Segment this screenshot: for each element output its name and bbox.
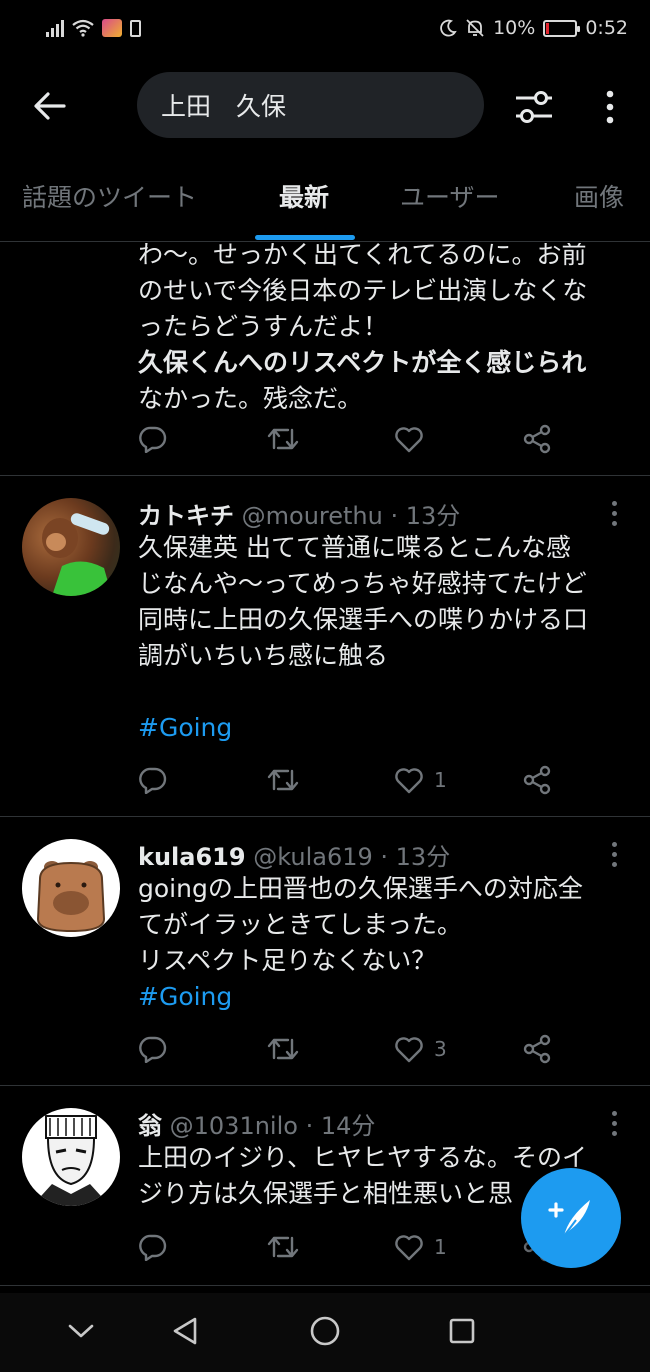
tab-latest[interactable]: 最新 bbox=[279, 178, 329, 214]
share-icon bbox=[523, 424, 551, 454]
tweet-card[interactable]: カトキチ @mourethu · 13分 久保建英 出てて普通に喋るとこんな感 … bbox=[0, 476, 650, 817]
like-button[interactable]: 3 bbox=[394, 1029, 447, 1069]
display-name[interactable]: kula619 bbox=[138, 843, 246, 871]
status-bar: 10% 0:52 bbox=[0, 0, 650, 56]
nav-home-button[interactable] bbox=[305, 1311, 345, 1351]
triangle-back-icon bbox=[173, 1317, 197, 1345]
retweet-icon bbox=[267, 1236, 299, 1258]
tweet-text: 久保建英 出てて普通に喋るとこんな感 じなんや〜ってめっちゃ好感持てたけど 同時… bbox=[138, 530, 632, 746]
reply-icon bbox=[139, 767, 167, 794]
moon-icon bbox=[440, 19, 457, 37]
tweet-menu-button[interactable] bbox=[604, 839, 624, 869]
reply-button[interactable] bbox=[138, 419, 168, 459]
clock: 0:52 bbox=[585, 17, 628, 39]
back-button[interactable] bbox=[28, 84, 72, 128]
tweet-menu-button[interactable] bbox=[604, 498, 624, 528]
tweet-actions: 1 bbox=[138, 1227, 558, 1267]
chevron-down-icon bbox=[68, 1324, 94, 1338]
sliders-icon bbox=[516, 91, 552, 123]
nav-collapse-button[interactable] bbox=[61, 1311, 101, 1351]
retweet-button[interactable] bbox=[266, 1029, 300, 1069]
retweet-button[interactable] bbox=[266, 760, 300, 800]
top-app-bar: 上田 久保 bbox=[0, 70, 650, 140]
more-vertical-icon bbox=[606, 90, 614, 124]
reply-button[interactable] bbox=[138, 1227, 168, 1267]
heart-icon bbox=[395, 1037, 423, 1063]
signal-icon bbox=[46, 19, 64, 37]
handle-time: @kula619 · 13分 bbox=[253, 843, 451, 871]
sim-card-icon bbox=[130, 19, 141, 37]
retweet-button[interactable] bbox=[266, 1227, 300, 1267]
battery-percent: 10% bbox=[493, 17, 536, 39]
reply-button[interactable] bbox=[138, 760, 168, 800]
like-count: 1 bbox=[434, 768, 447, 792]
retweet-icon bbox=[267, 769, 299, 791]
handle-time: @1031nilo · 14分 bbox=[169, 1112, 376, 1140]
tweet-feed[interactable]: わ〜。せっかく出てくれてるのに。お前 のせいで今後日本のテレビ出演しなくな った… bbox=[0, 243, 650, 1293]
handle-time: @mourethu · 13分 bbox=[241, 502, 461, 530]
share-button[interactable] bbox=[522, 419, 552, 459]
like-button[interactable] bbox=[394, 419, 434, 459]
avatar[interactable] bbox=[22, 839, 120, 937]
share-icon bbox=[523, 765, 551, 795]
tweet-text: goingの上田晋也の久保選手への対応全 てがイラッときてしまった。 リスペクト… bbox=[138, 871, 632, 1015]
reply-icon bbox=[139, 1036, 167, 1063]
tab-users[interactable]: ユーザー bbox=[400, 178, 500, 214]
manga-chef bbox=[32, 1115, 110, 1206]
nav-recents-button[interactable] bbox=[442, 1311, 482, 1351]
arrow-left-icon bbox=[34, 92, 66, 120]
display-name[interactable]: カトキチ bbox=[138, 502, 234, 530]
tweet-actions bbox=[138, 419, 558, 459]
like-count: 1 bbox=[434, 1235, 447, 1259]
retweet-icon bbox=[267, 428, 299, 450]
mute-bell-icon bbox=[466, 19, 484, 37]
battery-icon bbox=[543, 19, 581, 37]
search-input[interactable]: 上田 久保 bbox=[137, 72, 484, 138]
heart-icon bbox=[395, 427, 423, 453]
share-button[interactable] bbox=[522, 760, 552, 800]
share-icon bbox=[523, 1034, 551, 1064]
monkey-photo bbox=[42, 513, 112, 596]
avatar[interactable] bbox=[22, 498, 120, 596]
heart-icon bbox=[395, 768, 423, 794]
heart-icon bbox=[395, 1235, 423, 1261]
tab-top-tweets[interactable]: 話題のツイート bbox=[22, 178, 197, 214]
tweet-text: わ〜。せっかく出てくれてるのに。お前 のせいで今後日本のテレビ出演しなくな った… bbox=[138, 243, 588, 413]
tab-images[interactable]: 画像 bbox=[574, 178, 624, 214]
share-button[interactable] bbox=[522, 1029, 552, 1069]
hashtag-link[interactable]: #Going bbox=[138, 979, 632, 1015]
tweet-actions: 3 bbox=[138, 1029, 558, 1069]
compose-feather-icon bbox=[548, 1200, 590, 1237]
active-tab-indicator bbox=[255, 235, 355, 240]
system-navigation-bar bbox=[0, 1293, 650, 1372]
compose-tweet-button[interactable] bbox=[521, 1168, 621, 1268]
display-name[interactable]: 翁 bbox=[138, 1112, 162, 1140]
tweet-menu-button[interactable] bbox=[604, 1108, 624, 1138]
retweet-icon bbox=[267, 1038, 299, 1060]
search-filter-button[interactable] bbox=[510, 83, 558, 131]
like-button[interactable]: 1 bbox=[394, 760, 447, 800]
reply-icon bbox=[139, 426, 167, 453]
tweet-actions: 1 bbox=[138, 760, 558, 800]
nav-back-button[interactable] bbox=[165, 1311, 205, 1351]
search-tabs: 話題のツイート 最新 ユーザー 画像 bbox=[0, 168, 650, 242]
square-recents-icon bbox=[449, 1318, 475, 1344]
tweet-card[interactable]: わ〜。せっかく出てくれてるのに。お前 のせいで今後日本のテレビ出演しなくな った… bbox=[0, 243, 650, 476]
hashtag-link[interactable]: #Going bbox=[138, 710, 632, 746]
circle-home-icon bbox=[310, 1316, 340, 1346]
more-options-button[interactable] bbox=[592, 83, 628, 131]
retweet-button[interactable] bbox=[266, 419, 300, 459]
capybara-illustration bbox=[36, 861, 106, 933]
app-notification-icon bbox=[102, 19, 122, 37]
like-count: 3 bbox=[434, 1037, 447, 1061]
avatar[interactable] bbox=[22, 1108, 120, 1206]
reply-icon bbox=[139, 1234, 167, 1261]
like-button[interactable]: 1 bbox=[394, 1227, 447, 1267]
tweet-card[interactable]: kula619 @kula619 · 13分 goingの上田晋也の久保選手への… bbox=[0, 817, 650, 1086]
reply-button[interactable] bbox=[138, 1029, 168, 1069]
wifi-icon bbox=[72, 19, 94, 37]
